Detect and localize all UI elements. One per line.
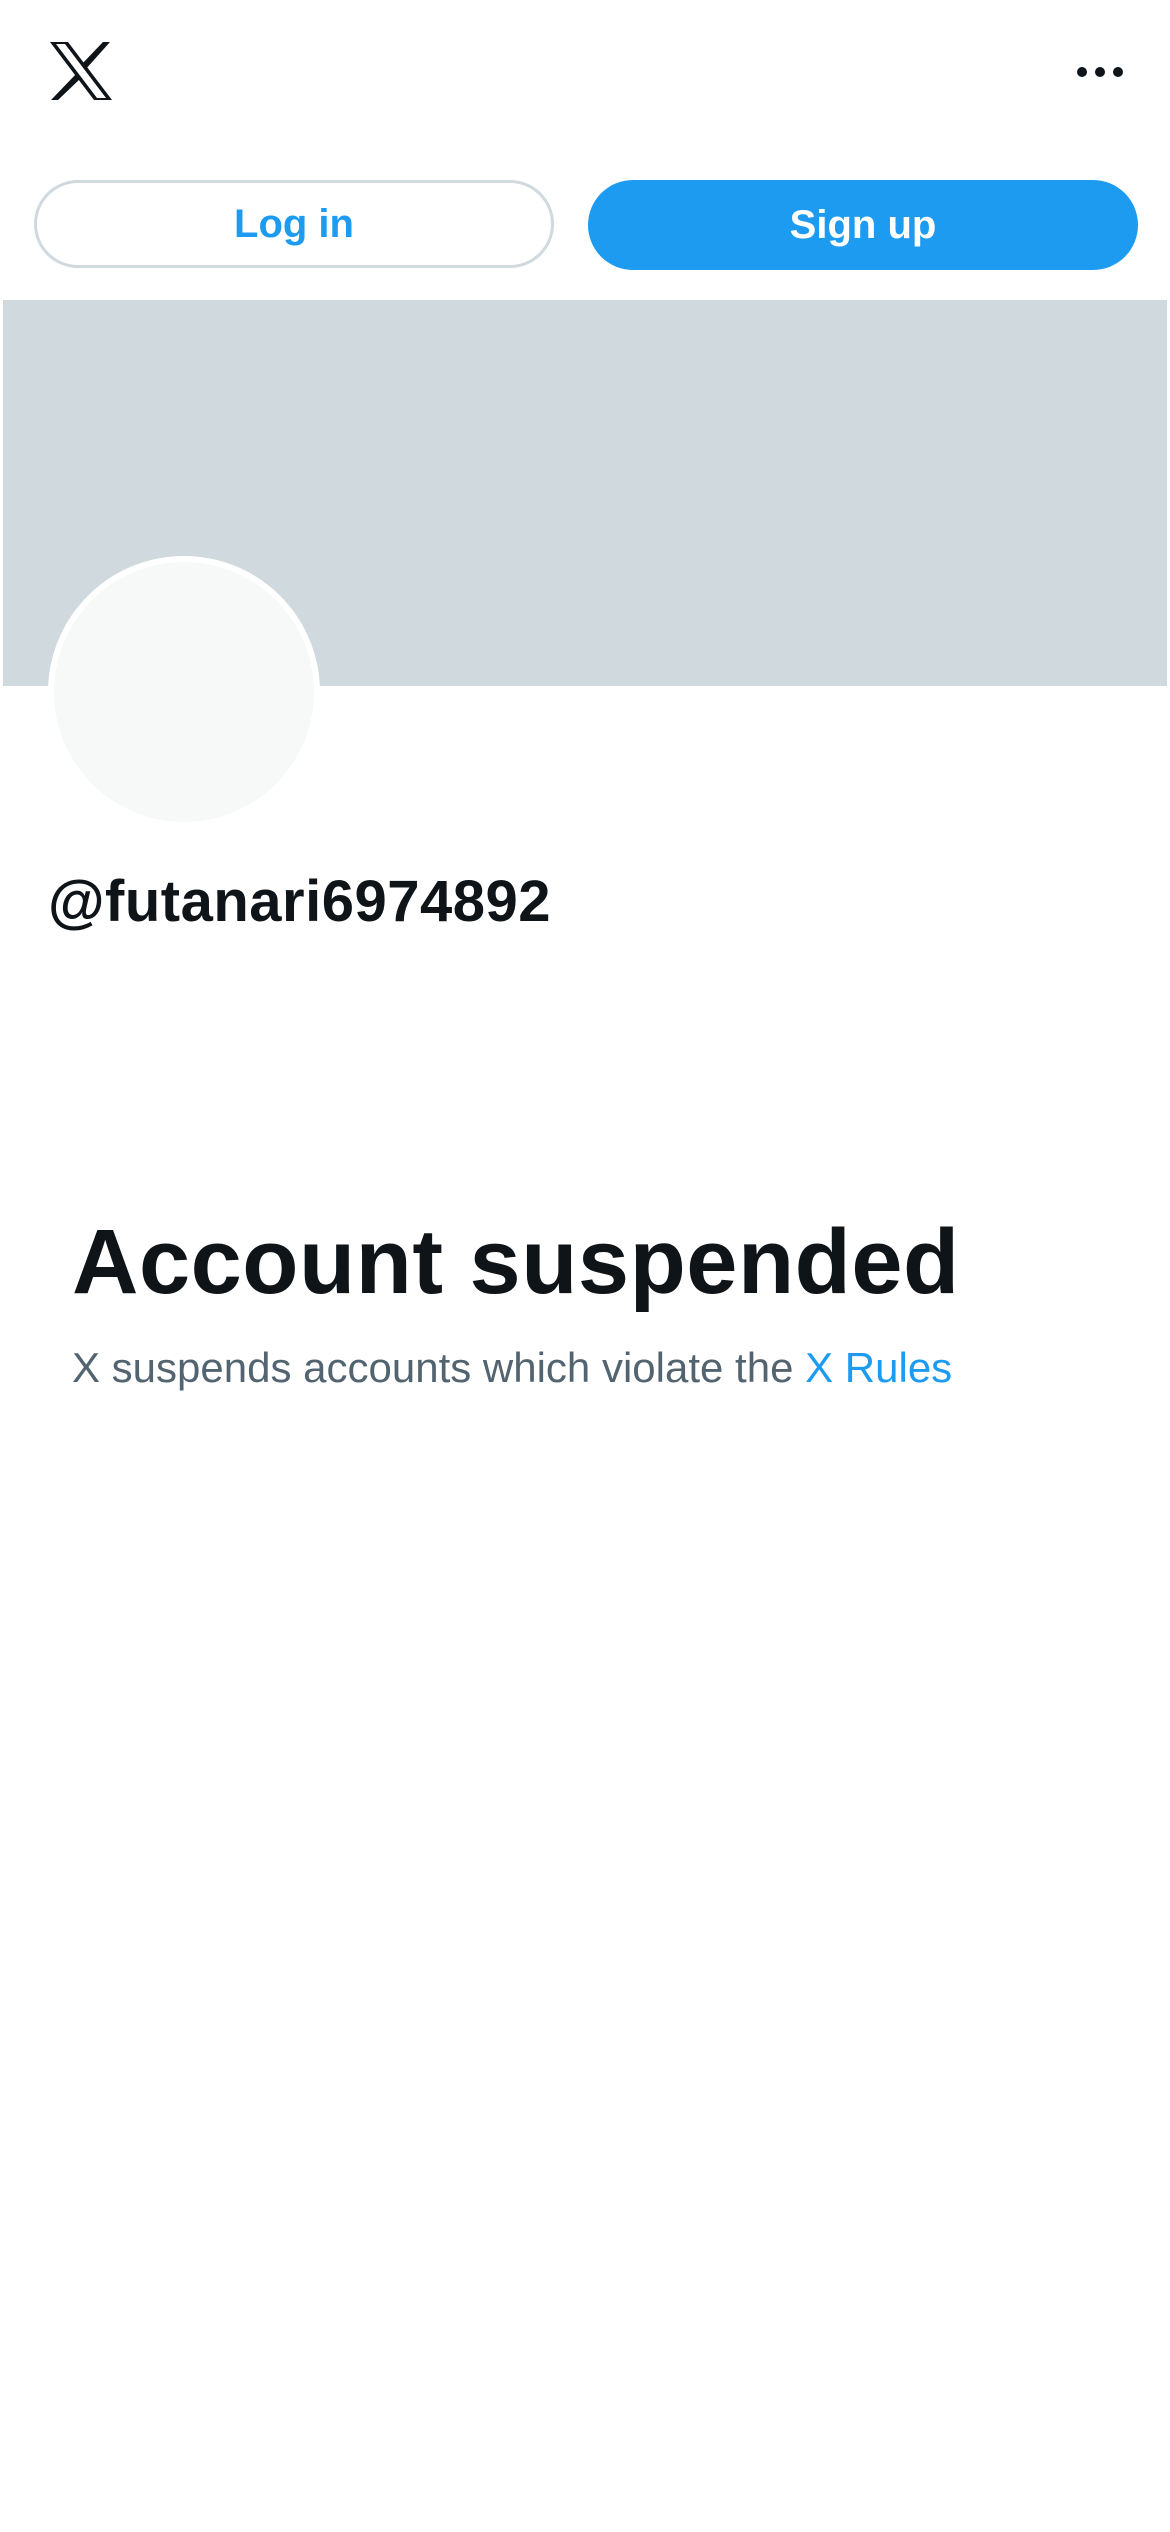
top-bar xyxy=(0,0,1170,150)
x-logo-icon[interactable] xyxy=(48,40,114,102)
x-rules-link[interactable]: X Rules xyxy=(805,1344,952,1391)
profile-handle: @futanari6974892 xyxy=(48,869,552,934)
suspended-message-text: X suspends accounts which violate the xyxy=(72,1344,794,1391)
more-horizontal-icon xyxy=(1077,67,1123,77)
login-button-label: Log in xyxy=(234,201,354,246)
more-options-button[interactable] xyxy=(1060,40,1140,104)
avatar xyxy=(48,556,320,828)
suspended-message: X suspends accounts which violate the X … xyxy=(72,1344,952,1392)
signup-button[interactable]: Sign up xyxy=(588,180,1138,270)
auth-buttons: Log in Sign up xyxy=(34,180,1138,270)
suspended-title: Account suspended xyxy=(72,1211,960,1313)
signup-button-label: Sign up xyxy=(789,202,937,247)
login-button[interactable]: Log in xyxy=(34,180,554,268)
